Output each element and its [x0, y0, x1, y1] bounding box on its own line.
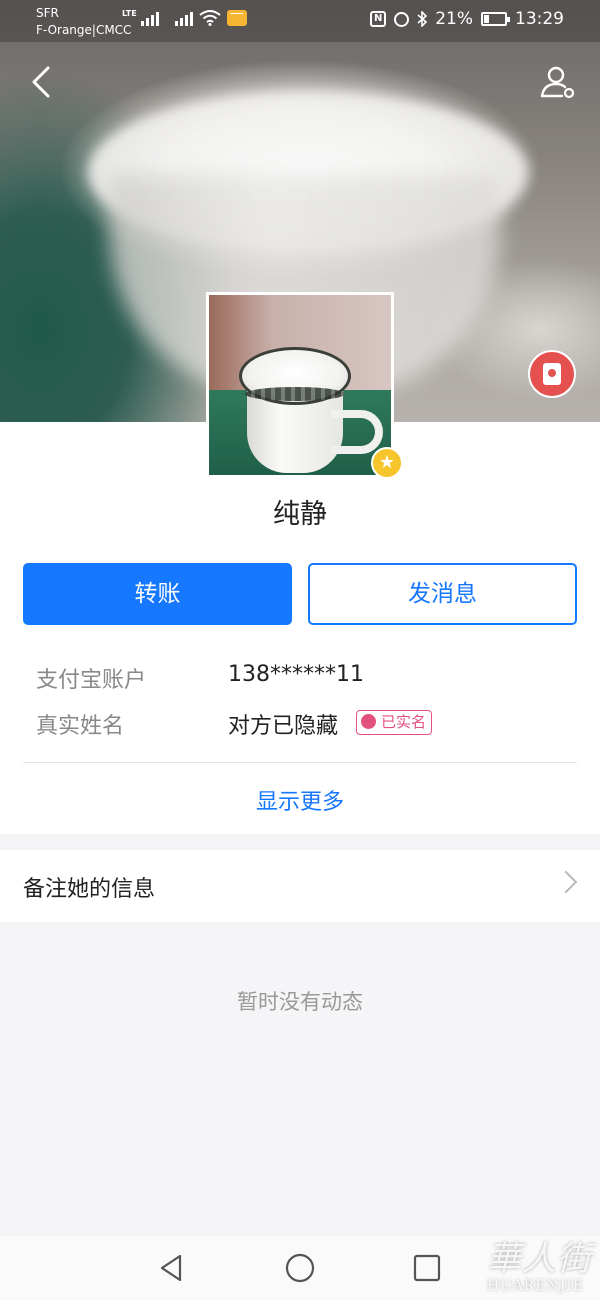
send-message-button[interactable]: 发消息: [308, 563, 577, 625]
signal-strength-2-icon: [174, 10, 193, 26]
watermark-main: 華人街: [487, 1239, 592, 1279]
verified-badge-label: 已实名: [381, 713, 427, 731]
account-label: 支付宝账户: [36, 668, 147, 693]
avatar-photo-cup-handle: [331, 410, 383, 454]
profile-name: 纯静: [273, 499, 327, 530]
battery-percent: 21%: [435, 9, 473, 29]
back-button[interactable]: [24, 62, 64, 102]
note-info-row[interactable]: 备注她的信息: [0, 850, 600, 922]
battery-icon: [481, 12, 510, 26]
nav-recents-icon: [413, 1254, 441, 1282]
wifi-icon: [199, 10, 221, 26]
star-icon: ★: [371, 447, 403, 479]
profile-settings-button[interactable]: [538, 62, 578, 102]
empty-feed-text: 暂时没有动态: [237, 990, 363, 1014]
note-info-label: 备注她的信息: [23, 877, 156, 902]
back-arrow-icon: [32, 66, 50, 98]
transfer-button[interactable]: 转账: [23, 563, 292, 625]
status-right: N 21% 13:29: [370, 9, 564, 29]
nav-home-button[interactable]: [284, 1252, 316, 1284]
status-bar: SFR F-Orange|CMCC LTE N 21% 13:29: [0, 0, 600, 42]
nav-back-icon: [160, 1254, 182, 1282]
show-more-link[interactable]: 显示更多: [0, 784, 600, 816]
red-packet-icon: [543, 363, 561, 385]
avatar-photo-cup-band: [245, 387, 345, 401]
real-name-value: 对方已隐藏: [228, 714, 339, 739]
nfc-icon: N: [370, 11, 387, 27]
carrier-name-1: SFR: [36, 6, 59, 20]
alarm-icon: [394, 11, 410, 27]
profile-card: [0, 422, 600, 834]
real-name-label: 真实姓名: [36, 714, 125, 739]
network-type-label: LTE: [122, 9, 137, 18]
account-value: 138******11: [228, 662, 364, 687]
signal-strength-icon: [140, 10, 159, 26]
carrier-name-2: F-Orange|CMCC: [36, 23, 132, 37]
carrier-info: SFR F-Orange|CMCC: [36, 5, 131, 39]
verified-badge: 已实名: [356, 710, 433, 735]
user-settings-icon: [540, 66, 575, 99]
mail-notification-icon: [226, 10, 247, 26]
nav-back-button[interactable]: [156, 1252, 188, 1284]
verified-person-icon: [361, 714, 376, 729]
clock: 13:29: [515, 9, 564, 29]
divider: [23, 762, 577, 763]
bluetooth-icon: [417, 11, 428, 27]
avatar[interactable]: [206, 292, 394, 478]
nav-recents-button[interactable]: [411, 1252, 443, 1284]
signal-icons: LTE: [122, 9, 247, 26]
watermark: 華人街 HUARENJIE: [487, 1240, 592, 1294]
chevron-right-icon: [554, 870, 578, 894]
nav-home-icon: [285, 1253, 315, 1283]
red-packet-button[interactable]: [528, 350, 576, 398]
watermark-sub: HUARENJIE: [487, 1278, 585, 1294]
